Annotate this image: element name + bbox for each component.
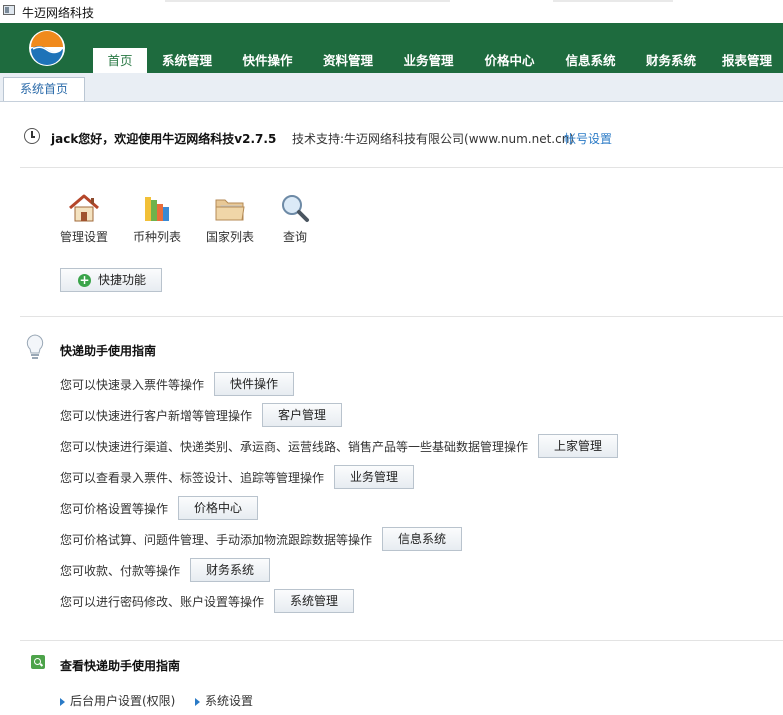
guide-row-text: 您可以快速进行客户新增等管理操作	[60, 409, 253, 423]
guide-links: 后台用户设置(权限) 系统设置	[60, 692, 253, 709]
quick-icon-search[interactable]: 查询	[271, 193, 319, 245]
window-icon	[3, 5, 15, 15]
titlebar-shadow	[165, 0, 450, 2]
nav-item-home[interactable]: 首页	[93, 48, 147, 73]
company-logo-icon	[29, 30, 65, 66]
quick-icon-country-list[interactable]: 国家列表	[206, 193, 254, 245]
main-nav: 首页 系统管理 快件操作 资料管理 业务管理 价格中心 信息系统 财务系统 报表…	[93, 48, 783, 73]
guide-row-text: 您可价格试算、问题件管理、手动添加物流跟踪数据等操作	[60, 533, 373, 547]
quick-functions-button[interactable]: + 快捷功能	[60, 268, 162, 292]
nav-item-data-management[interactable]: 资料管理	[308, 48, 388, 73]
window-title: 牛迈网络科技	[22, 6, 95, 20]
quick-icon-label: 国家列表	[206, 230, 255, 244]
nav-item-info-system[interactable]: 信息系统	[550, 48, 631, 73]
quick-icon-label: 管理设置	[60, 230, 109, 244]
welcome-greeting: jack您好，欢迎使用牛迈网络科技v2.7.5	[51, 132, 277, 146]
quick-icon-label: 币种列表	[133, 230, 182, 244]
lightbulb-icon	[26, 334, 44, 359]
app-header: 首页 系统管理 快件操作 资料管理 业务管理 价格中心 信息系统 财务系统 报表…	[0, 23, 783, 73]
divider	[20, 316, 783, 317]
triangle-right-icon	[195, 697, 201, 706]
upstream-management-button[interactable]: 上家管理	[538, 434, 618, 458]
folder-icon	[215, 199, 245, 221]
tab-bar: 系统首页	[0, 73, 783, 102]
quick-functions-label: 快捷功能	[98, 273, 147, 287]
info-system-button[interactable]: 信息系统	[382, 527, 462, 551]
nav-item-shipment-operation[interactable]: 快件操作	[227, 48, 308, 73]
quick-icon-currency-list[interactable]: 币种列表	[133, 193, 181, 245]
nav-item-price-center[interactable]: 价格中心	[469, 48, 550, 73]
customer-management-button[interactable]: 客户管理	[262, 403, 342, 427]
price-center-button[interactable]: 价格中心	[178, 496, 258, 520]
divider	[20, 640, 783, 641]
nav-item-system-management[interactable]: 系统管理	[147, 48, 227, 73]
quick-icon-management-settings[interactable]: 管理设置	[60, 193, 108, 245]
titlebar-shadow	[553, 0, 673, 2]
quick-icon-label: 查询	[282, 230, 307, 244]
guide-row-text: 您可以进行密码修改、账户设置等操作	[60, 595, 265, 609]
books-icon	[145, 197, 169, 221]
business-management-button[interactable]: 业务管理	[334, 465, 414, 489]
link-backend-user-settings[interactable]: 后台用户设置(权限)	[70, 694, 175, 708]
search-icon	[31, 655, 45, 669]
add-icon: +	[78, 273, 91, 287]
guide-row-text: 您可以快速录入票件等操作	[60, 378, 205, 392]
view-guide-title: 查看快递助手使用指南	[60, 659, 181, 673]
magnifier-icon	[282, 195, 309, 222]
triangle-right-icon	[60, 697, 65, 706]
divider	[20, 167, 783, 168]
guide-row-text: 您可以查看录入票件、标签设计、追踪等管理操作	[60, 471, 325, 485]
house-icon	[69, 194, 99, 222]
guide-row-text: 您可价格设置等操作	[60, 502, 169, 516]
nav-item-business-management[interactable]: 业务管理	[388, 48, 469, 73]
guide-row-text: 您可收款、付款等操作	[60, 564, 181, 578]
shipment-operation-button[interactable]: 快件操作	[214, 372, 294, 396]
nav-item-finance-system[interactable]: 财务系统	[631, 48, 711, 73]
tab-system-home[interactable]: 系统首页	[3, 77, 85, 101]
system-management-button[interactable]: 系统管理	[274, 589, 354, 613]
guide-row-text: 您可以快速进行渠道、快递类别、承运商、运营线路、销售产品等一些基础数据管理操作	[60, 440, 529, 454]
nav-item-reports[interactable]: 报表管理	[711, 48, 783, 73]
window-titlebar: 牛迈网络科技	[0, 0, 783, 23]
link-system-settings[interactable]: 系统设置	[205, 694, 253, 708]
tech-support-text: 技术支持:牛迈网络科技有限公司(www.num.net.cn)	[292, 132, 574, 146]
guide-title: 快递助手使用指南	[60, 344, 157, 358]
account-settings-link[interactable]: 帐号设置	[564, 130, 612, 147]
clock-icon	[24, 128, 40, 144]
finance-system-button[interactable]: 财务系统	[190, 558, 270, 582]
